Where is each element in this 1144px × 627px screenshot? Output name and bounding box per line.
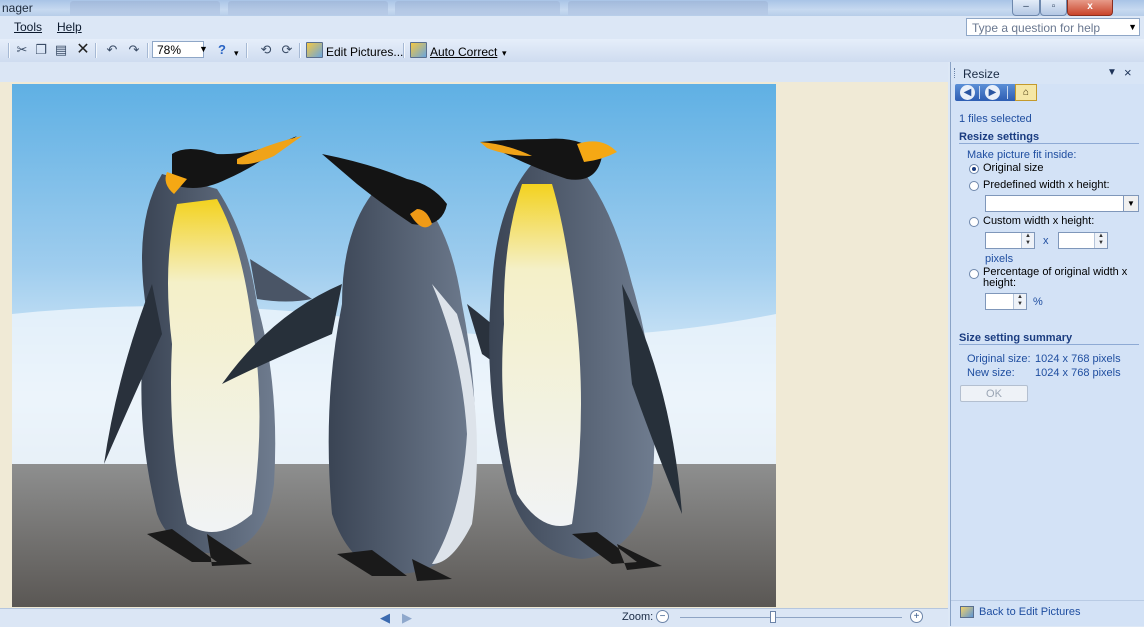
auto-correct-button[interactable]: Auto Correct — [410, 42, 497, 59]
files-selected-text: 1 files selected — [959, 113, 1032, 125]
toolbar-separator — [299, 43, 301, 58]
help-dropdown-icon[interactable]: ▼ — [1128, 22, 1137, 32]
custom-width-spinner-icon[interactable]: ▲ ▼ — [1021, 233, 1034, 248]
zoom-dropdown-icon[interactable]: ▼ — [199, 44, 208, 54]
radio-predefined[interactable] — [969, 181, 979, 191]
auto-correct-icon — [410, 42, 427, 58]
predefined-label: Predefined width x height: — [983, 179, 1110, 191]
heading-rule — [959, 143, 1139, 144]
percentage-input[interactable]: ▲ ▼ — [985, 293, 1027, 310]
fit-inside-label: Make picture fit inside: — [967, 149, 1077, 161]
edit-pictures-label: Edit Pictures... — [326, 45, 404, 59]
edit-pictures-icon — [306, 42, 323, 58]
rotate-right-icon[interactable]: ⟳ — [279, 42, 295, 58]
original-size-label: Original size — [983, 162, 1044, 174]
percent-sign: % — [1033, 296, 1043, 308]
help-placeholder: Type a question for help — [972, 21, 1101, 35]
resize-task-pane: Resize ▼ × ◀ ▶ ⌂ 1 files selected Resize… — [950, 62, 1144, 626]
taskbar-tab — [395, 1, 560, 15]
task-pane-header: Resize ▼ × — [951, 62, 1144, 84]
pixels-label: pixels — [985, 253, 1014, 265]
forward-arrow-icon[interactable]: ▶ — [985, 85, 1000, 100]
heading-rule — [959, 344, 1139, 345]
zoom-slider-thumb[interactable] — [770, 611, 777, 623]
task-pane-title: Resize — [963, 67, 1000, 81]
predefined-size-select[interactable]: ▼ — [985, 195, 1139, 212]
zoom-slider-track[interactable] — [680, 617, 902, 618]
toolbar-separator — [95, 43, 97, 58]
menu-help-label: Help — [57, 20, 82, 34]
redo-icon[interactable]: ↷ — [126, 42, 142, 58]
previous-picture-icon[interactable]: ◀ — [380, 610, 390, 626]
picture-preview[interactable] — [12, 84, 776, 607]
minimize-button[interactable]: – — [1012, 0, 1040, 16]
zoom-in-icon[interactable]: + — [910, 610, 923, 623]
task-pane-menu-icon[interactable]: ▼ — [1107, 67, 1117, 78]
standard-toolbar: ✂ ❐ ▤ ✕ ↶ ↷ 78% ▼ ? ▾ ⟲ ⟳ Edit Pictures.… — [0, 39, 1144, 62]
nav-separator — [979, 86, 980, 99]
edit-pictures-button[interactable]: Edit Pictures... — [306, 42, 403, 59]
toolbar-grip — [8, 43, 10, 58]
percentage-label: Percentage of original width x height: — [983, 266, 1128, 289]
radio-original-size[interactable] — [969, 164, 979, 174]
paste-icon[interactable]: ▤ — [53, 42, 69, 58]
zoom-select[interactable]: 78% — [152, 41, 204, 58]
zoom-out-icon[interactable]: − — [656, 610, 669, 623]
menu-tools-label: Tools — [14, 20, 43, 34]
menu-tools[interactable]: Tools — [14, 20, 42, 34]
status-bar: ◀ ▶ Zoom: − + — [0, 608, 948, 627]
custom-width-input[interactable]: ▲ ▼ — [985, 232, 1035, 249]
edit-pictures-icon — [960, 606, 974, 618]
maximize-button[interactable]: ▫ — [1040, 0, 1067, 16]
task-pane-grip[interactable] — [954, 68, 957, 78]
ok-button[interactable]: OK — [960, 385, 1028, 402]
toolbar-separator — [403, 43, 405, 58]
toolbar-separator — [147, 43, 149, 58]
resize-settings-heading: Resize settings — [959, 131, 1040, 143]
task-pane-footer: Back to Edit Pictures — [951, 600, 1144, 627]
original-size-summary-label: Original size: — [967, 353, 1031, 365]
delete-icon[interactable]: ✕ — [75, 42, 91, 58]
taskbar-tab — [228, 1, 388, 15]
zoom-select-value: 78% — [157, 43, 182, 57]
toolbar-overflow-icon[interactable]: ▾ — [502, 48, 507, 59]
window-title: nager — [2, 1, 33, 15]
next-picture-icon[interactable]: ▶ — [402, 610, 412, 626]
cut-icon[interactable]: ✂ — [14, 42, 30, 58]
back-to-edit-pictures-link[interactable]: Back to Edit Pictures — [979, 606, 1081, 618]
task-pane-nav: ◀ ▶ ⌂ — [955, 84, 1037, 101]
zoom-label: Zoom: — [622, 611, 654, 623]
task-pane-close-icon[interactable]: × — [1124, 65, 1132, 80]
nav-separator — [1007, 86, 1008, 99]
original-size-summary-value: 1024 x 768 pixels — [1035, 353, 1121, 365]
view-strip — [0, 62, 948, 83]
help-search-box[interactable]: Type a question for help ▼ — [966, 18, 1140, 36]
summary-heading: Size setting summary — [959, 332, 1073, 344]
taskbar-tab — [70, 1, 220, 15]
toolbar-separator — [246, 43, 248, 58]
new-size-summary-value: 1024 x 768 pixels — [1035, 367, 1121, 379]
toolbar-options-icon[interactable]: ▾ — [234, 48, 239, 59]
percentage-spinner-icon[interactable]: ▲ ▼ — [1013, 294, 1026, 309]
rotate-left-icon[interactable]: ⟲ — [258, 42, 274, 58]
custom-label: Custom width x height: — [983, 215, 1095, 227]
new-size-summary-label: New size: — [967, 367, 1015, 379]
radio-custom[interactable] — [969, 217, 979, 227]
title-bar: nager – ▫ x — [0, 0, 1144, 16]
back-arrow-icon[interactable]: ◀ — [960, 85, 975, 100]
undo-icon[interactable]: ↶ — [104, 42, 120, 58]
penguins-picture — [12, 84, 776, 607]
close-button[interactable]: x — [1067, 0, 1113, 16]
custom-x-label: x — [1043, 235, 1049, 247]
home-icon[interactable]: ⌂ — [1015, 84, 1037, 101]
auto-correct-label: Auto Correct — [430, 45, 498, 59]
taskbar-tab — [568, 1, 768, 15]
menu-help[interactable]: Help — [57, 20, 82, 34]
custom-height-spinner-icon[interactable]: ▲ ▼ — [1094, 233, 1107, 248]
help-icon[interactable]: ? — [214, 42, 230, 58]
copy-icon[interactable]: ❐ — [33, 42, 49, 58]
custom-height-input[interactable]: ▲ ▼ — [1058, 232, 1108, 249]
predefined-dropdown-icon[interactable]: ▼ — [1123, 196, 1138, 211]
radio-percentage[interactable] — [969, 269, 979, 279]
